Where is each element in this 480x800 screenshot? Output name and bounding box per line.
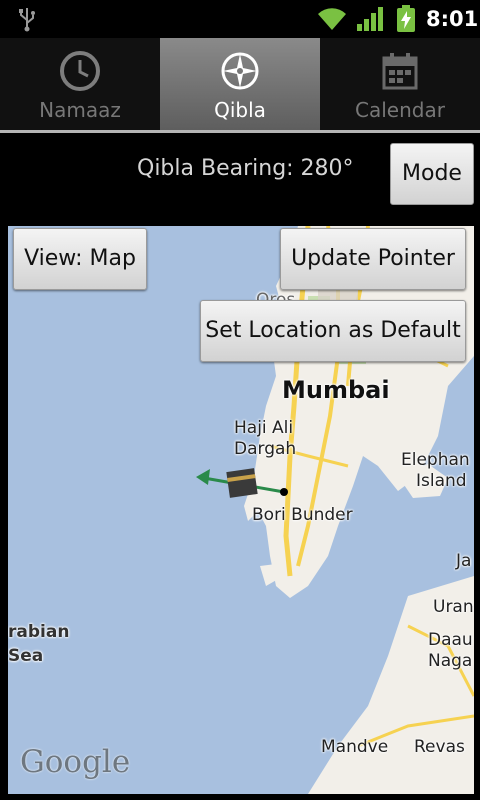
signal-icon: [357, 7, 383, 31]
place-label-mumbai: Mumbai: [282, 376, 390, 404]
usb-icon: [19, 8, 35, 32]
place-label-uran: Uran: [433, 597, 474, 617]
status-bar: 8:01: [0, 0, 480, 38]
tab-bar: Namaaz Qibla Calendar: [0, 38, 480, 130]
tab-label: Namaaz: [39, 98, 121, 122]
bottom-edge: [0, 794, 480, 800]
place-label-dargah: Dargah: [234, 439, 297, 459]
qibla-bearing-text: Qibla Bearing: 280°: [137, 156, 354, 181]
place-label-sea: Sea: [8, 646, 44, 666]
calendar-icon: [382, 53, 418, 90]
place-label-arabian: rabian: [8, 622, 70, 642]
mode-button[interactable]: Mode: [390, 143, 474, 205]
place-label-bori-bunder: Bori Bunder: [252, 505, 353, 525]
place-label-revas: Revas: [414, 737, 465, 757]
clock-icon: [60, 51, 100, 91]
set-location-default-button[interactable]: Set Location as Default: [200, 300, 466, 362]
update-pointer-button[interactable]: Update Pointer: [280, 228, 466, 290]
google-logo: Google: [20, 744, 131, 780]
place-label-haji-ali: Haji Ali: [234, 418, 294, 438]
tab-calendar[interactable]: Calendar: [320, 38, 480, 130]
place-label-daau: Daau: [428, 630, 473, 650]
tab-label: Calendar: [355, 98, 445, 122]
place-label-ja: Ja: [456, 551, 472, 571]
place-label-mandve: Mandve: [321, 737, 389, 757]
tab-namaaz[interactable]: Namaaz: [0, 38, 160, 130]
place-label-elephanta: Elephan: [401, 450, 470, 470]
wifi-icon: [318, 8, 346, 30]
tab-label: Qibla: [214, 98, 266, 122]
tab-qibla[interactable]: Qibla: [160, 38, 320, 130]
place-label-naga: Naga: [428, 651, 473, 671]
battery-charging-icon: [397, 5, 415, 32]
clock-time: 8:01: [426, 7, 479, 31]
compass-icon: [221, 52, 259, 90]
view-map-button[interactable]: View: Map: [13, 228, 147, 290]
place-label-island: Island: [416, 471, 467, 491]
